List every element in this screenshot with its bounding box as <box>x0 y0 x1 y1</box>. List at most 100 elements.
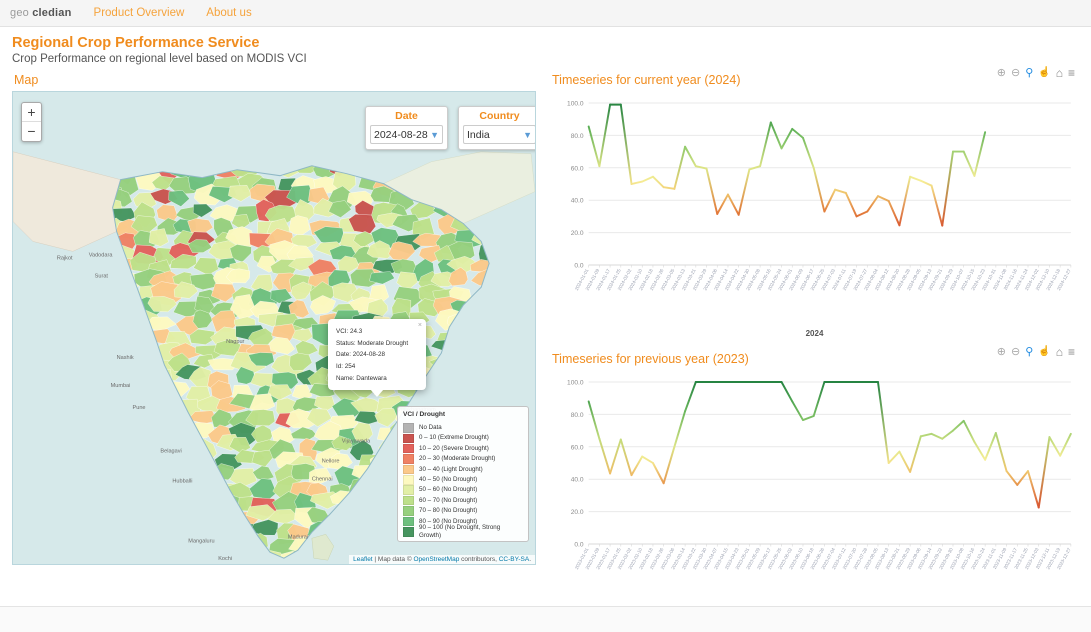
map-zoom-out-button[interactable]: − <box>22 122 41 141</box>
chart-plot-current-year[interactable]: 0.0 20.0 40.0 60.0 80.0 100.0 2024-01-01 2024-0… <box>550 91 1079 323</box>
nav-link-about-us[interactable]: About us <box>206 7 251 19</box>
attribution-license-link[interactable]: CC-BY-SA <box>499 556 529 563</box>
popup-close-icon[interactable]: × <box>418 320 422 333</box>
main-content: Map Mumbai Pune Nashik Surat Vadodara Rajkot C… <box>0 67 1091 617</box>
svg-text:Mumbai: Mumbai <box>111 383 131 389</box>
legend-item: 70 – 80 (No Drought) <box>403 506 523 516</box>
attribution-end-text: . <box>529 556 531 563</box>
zoom-out-icon[interactable]: ⊖ <box>1011 67 1020 79</box>
legend-swatch <box>403 495 414 506</box>
svg-text:100.0: 100.0 <box>567 380 584 387</box>
svg-text:60.0: 60.0 <box>571 444 584 451</box>
zoom-in-icon[interactable]: ⊕ <box>997 67 1006 79</box>
legend-swatch <box>403 454 414 464</box>
zoom-out-icon[interactable]: ⊖ <box>1011 346 1020 358</box>
legend-item: 50 – 60 (No Drought) <box>403 485 523 495</box>
chevron-down-icon: ▼ <box>523 129 532 140</box>
attribution-leaflet-link[interactable]: Leaflet <box>353 556 373 563</box>
legend-swatch <box>403 506 414 516</box>
svg-text:Vijayawada: Vijayawada <box>342 439 371 445</box>
svg-text:40.0: 40.0 <box>571 477 584 484</box>
svg-text:Nagpur: Nagpur <box>226 339 244 345</box>
svg-text:20.0: 20.0 <box>571 230 584 237</box>
reset-home-icon[interactable]: ⌂ <box>1056 67 1063 79</box>
chart-footer-label-current-year: 2024 <box>805 329 824 338</box>
svg-text:Rajkot: Rajkot <box>57 255 73 261</box>
date-select-value: 2024-08-28 <box>374 128 428 141</box>
logo-geo-text: geo <box>10 7 29 19</box>
menu-icon[interactable]: ≡ <box>1068 346 1075 358</box>
menu-icon[interactable]: ≡ <box>1068 67 1075 79</box>
map-feature-popup: × VCI: 24.3 Status: Moderate Drought Dat… <box>328 319 426 398</box>
chart-svg-previous-year[interactable]: 0.020.040.060.080.0100.02023-01-012023-0… <box>550 370 1079 602</box>
country-select-field[interactable]: India ▼ <box>463 125 535 144</box>
legend-label: 0 – 10 (Extreme Drought) <box>419 434 489 442</box>
page-header: Regional Crop Performance Service Crop P… <box>0 27 1091 67</box>
map-column: Map Mumbai Pune Nashik Surat Vadodara Rajkot C… <box>12 67 536 617</box>
map-selectors: Date 2024-08-28 ▼ Country India ▼ <box>365 106 535 150</box>
map-container[interactable]: Mumbai Pune Nashik Surat Vadodara Rajkot Chenn… <box>12 91 536 565</box>
zoom-in-icon[interactable]: ⊕ <box>997 346 1006 358</box>
legend-item: 30 – 40 (Light Drought) <box>403 464 523 475</box>
country-select-value: India <box>467 128 490 141</box>
legend-swatch <box>403 475 414 485</box>
reset-home-icon[interactable]: ⌂ <box>1056 346 1063 358</box>
legend-label: 30 – 40 (Light Drought) <box>419 465 483 473</box>
chart-plot-previous-year[interactable]: 0.0 20.0 40.0 60.0 80.0 100.0 2023-01-01 2023-0… <box>550 370 1079 602</box>
map-zoom-controls[interactable]: + − <box>21 102 42 142</box>
legend-label: 50 – 60 (No Drought) <box>419 486 478 494</box>
date-selector[interactable]: Date 2024-08-28 ▼ <box>365 106 448 150</box>
svg-text:40.0: 40.0 <box>571 198 584 205</box>
legend-item: 10 – 20 (Severe Drought) <box>403 443 523 454</box>
logo-cledian-text: cledian <box>32 7 72 19</box>
legend-item: 60 – 70 (No Drought) <box>403 495 523 506</box>
selection-zoom-icon[interactable]: ⚲ <box>1025 67 1033 79</box>
attribution-osm-link[interactable]: OpenStreetMap <box>413 556 459 563</box>
svg-text:60.0: 60.0 <box>571 165 584 172</box>
popup-line-name: Name: Dantewara <box>336 374 387 382</box>
nav-link-product-overview[interactable]: Product Overview <box>94 7 185 19</box>
svg-text:Belagavi: Belagavi <box>160 449 181 455</box>
legend-swatch <box>403 443 414 454</box>
country-selector[interactable]: Country India ▼ <box>458 106 535 150</box>
popup-line-date: Date: 2024-08-28 <box>336 351 386 359</box>
legend-swatch <box>403 516 414 527</box>
svg-text:Surat: Surat <box>95 273 109 279</box>
chart-svg-current-year[interactable]: 0.020.040.060.080.0100.02024-01-012024-0… <box>550 91 1079 323</box>
chart-toolbar-previous-year[interactable]: ⊕ ⊖ ⚲ ☝ ⌂ ≡ <box>997 346 1075 358</box>
chart-toolbar-current-year[interactable]: ⊕ ⊖ ⚲ ☝ ⌂ ≡ <box>997 67 1075 79</box>
attribution-mid-text: contributors, <box>459 556 499 563</box>
date-select-field[interactable]: 2024-08-28 ▼ <box>370 125 443 144</box>
country-selector-label: Country <box>479 110 520 122</box>
svg-text:Hubballi: Hubballi <box>172 479 192 485</box>
popup-line-id: Id: 254 <box>336 362 356 370</box>
legend-label: 70 – 80 (No Drought) <box>419 507 478 515</box>
legend-swatch <box>403 527 414 537</box>
legend-label: No Data <box>419 424 442 432</box>
charts-column: Timeseries for current year (2024) ⊕ ⊖ ⚲… <box>550 67 1079 617</box>
legend-label: 90 – 100 (No Drought, Strong Growth) <box>419 524 501 539</box>
legend-label: 20 – 30 (Moderate Drought) <box>419 455 496 463</box>
legend-rows: No Data 0 – 10 (Extreme Drought) 10 – 20 (… <box>403 423 523 539</box>
svg-text:Nellore: Nellore <box>322 459 340 465</box>
legend-title: VCI / Drought <box>403 411 446 419</box>
top-navigation-bar: geo cledian Product Overview About us <box>0 0 1091 27</box>
svg-text:Vadodara: Vadodara <box>89 252 114 258</box>
map-section-title: Map <box>14 73 39 87</box>
brand-logo[interactable]: geo cledian <box>10 7 72 19</box>
legend-swatch <box>403 464 414 475</box>
attribution-text: | Map data © <box>372 556 414 563</box>
svg-text:Mangaluru: Mangaluru <box>188 538 214 544</box>
svg-text:80.0: 80.0 <box>571 133 584 140</box>
page-subtitle: Crop Performance on regional level based… <box>12 53 307 65</box>
svg-text:Nashik: Nashik <box>117 355 134 361</box>
legend-item: 40 – 50 (No Drought) <box>403 475 523 485</box>
panning-icon[interactable]: ☝ <box>1038 347 1050 357</box>
svg-text:Chennai: Chennai <box>312 477 333 483</box>
panning-icon[interactable]: ☝ <box>1038 68 1050 78</box>
map-attribution: Leaflet | Map data © OpenStreetMap contr… <box>349 555 535 564</box>
chart-card-current-year: Timeseries for current year (2024) ⊕ ⊖ ⚲… <box>550 67 1079 338</box>
legend-swatch <box>403 485 414 495</box>
selection-zoom-icon[interactable]: ⚲ <box>1025 346 1033 358</box>
map-zoom-in-button[interactable]: + <box>22 103 41 122</box>
